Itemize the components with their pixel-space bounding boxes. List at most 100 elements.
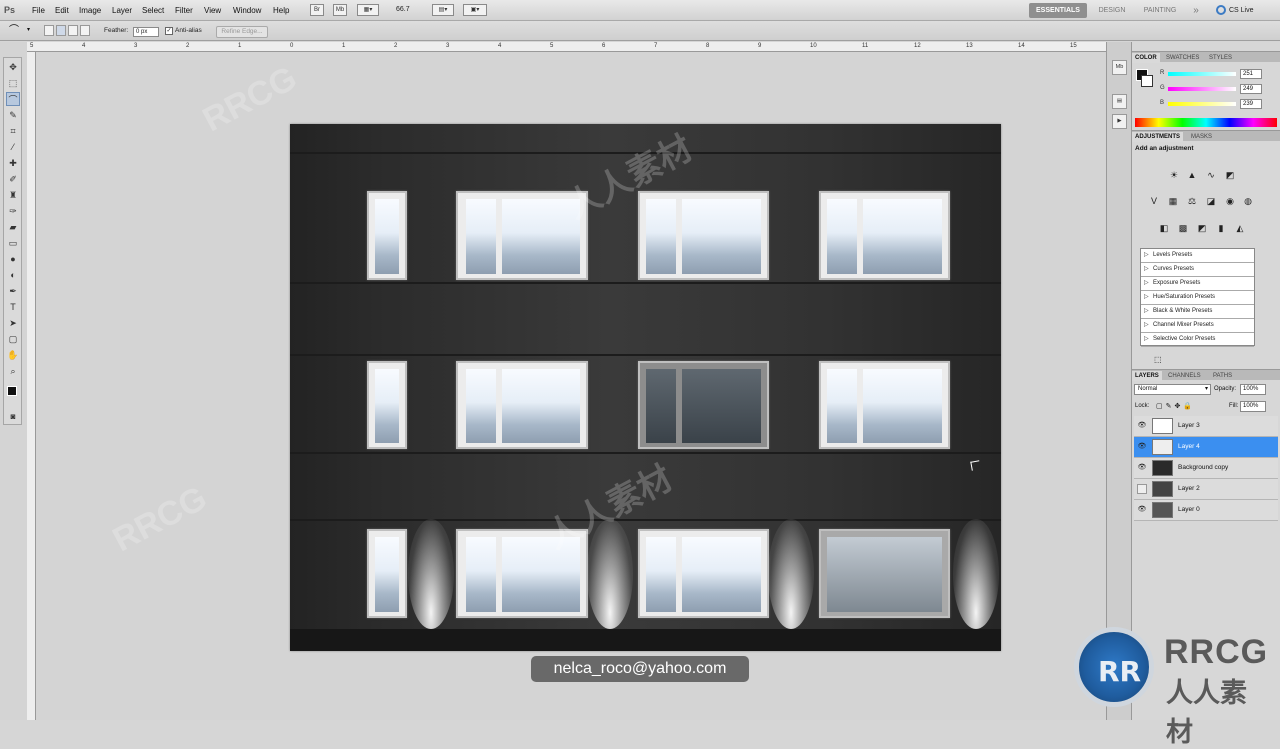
levels-icon[interactable]: ▲ — [1186, 169, 1198, 181]
menu-layer[interactable]: Layer — [112, 6, 132, 15]
exposure-icon[interactable]: ◩ — [1224, 169, 1236, 181]
color-spectrum[interactable] — [1135, 118, 1277, 127]
subtract-selection-icon[interactable] — [68, 25, 78, 36]
hand-tool-icon[interactable]: ✋ — [6, 348, 20, 362]
adjustment-footer-icon[interactable]: ⬚ — [1154, 355, 1162, 364]
add-selection-icon[interactable] — [56, 25, 66, 36]
layer-row-selected[interactable]: 👁 Layer 4 — [1134, 437, 1278, 458]
menu-help[interactable]: Help — [273, 6, 289, 15]
eye-icon[interactable]: 👁 — [1137, 421, 1147, 431]
screen-mode-icon[interactable]: ▣▾ — [463, 4, 487, 16]
blue-value[interactable]: 239 — [1240, 99, 1262, 109]
tab-adjustments[interactable]: ADJUSTMENTS — [1132, 132, 1184, 142]
color-balance-icon[interactable]: ⚖ — [1186, 195, 1198, 207]
gradient-map-icon[interactable]: ▮ — [1215, 222, 1227, 234]
marquee-tool-icon[interactable]: ⬚ — [6, 76, 20, 90]
preset-black-white[interactable]: ▷ Black & White Presets — [1141, 305, 1254, 319]
cs-live-button[interactable]: CS Live — [1216, 3, 1270, 18]
move-tool-icon[interactable]: ✥ — [6, 60, 20, 74]
blend-mode-select[interactable]: Normal ▾ — [1134, 384, 1211, 395]
quick-select-tool-icon[interactable]: ✎ — [6, 108, 20, 122]
eye-icon[interactable]: 👁 — [1137, 442, 1147, 452]
green-slider[interactable] — [1168, 87, 1236, 91]
tab-layers[interactable]: LAYERS — [1132, 371, 1162, 381]
shape-tool-icon[interactable]: ▢ — [6, 332, 20, 346]
threshold-icon[interactable]: ◩ — [1196, 222, 1208, 234]
brightness-icon[interactable]: ☀ — [1168, 169, 1180, 181]
posterize-icon[interactable]: ▩ — [1177, 222, 1189, 234]
tab-swatches[interactable]: SWATCHES — [1163, 53, 1202, 63]
workspace-painting[interactable]: PAINTING — [1138, 3, 1182, 18]
hue-saturation-icon[interactable]: ▦ — [1167, 195, 1179, 207]
zoom-tool-icon[interactable]: ⌕ — [6, 364, 20, 378]
refine-edge-button[interactable]: Refine Edge... — [216, 26, 268, 38]
clone-stamp-tool-icon[interactable]: ♜ — [6, 188, 20, 202]
invert-icon[interactable]: ◧ — [1158, 222, 1170, 234]
pen-tool-icon[interactable]: ✒ — [6, 284, 20, 298]
menu-window[interactable]: Window — [233, 6, 261, 15]
menu-view[interactable]: View — [204, 6, 221, 15]
path-select-tool-icon[interactable]: ➤ — [6, 316, 20, 330]
workspace-essentials[interactable]: ESSENTIALS — [1029, 3, 1087, 18]
feather-input[interactable]: 0 px — [133, 27, 159, 37]
lasso-tool-icon[interactable]: ⌒ — [6, 92, 20, 106]
dodge-tool-icon[interactable]: ◐ — [6, 268, 20, 282]
menu-image[interactable]: Image — [79, 6, 101, 15]
channel-mixer-icon[interactable]: ◍ — [1242, 195, 1254, 207]
background-swatch[interactable] — [1141, 75, 1153, 87]
quick-mask-icon[interactable]: ◙ — [6, 410, 20, 424]
red-value[interactable]: 251 — [1240, 69, 1262, 79]
new-selection-icon[interactable] — [44, 25, 54, 36]
crop-tool-icon[interactable]: ⌗ — [6, 124, 20, 138]
preset-dropdown-icon[interactable]: ▾ — [27, 26, 30, 33]
tab-color[interactable]: COLOR — [1132, 53, 1160, 63]
history-brush-tool-icon[interactable]: ✑ — [6, 204, 20, 218]
fill-input[interactable]: 100% — [1240, 401, 1266, 412]
preset-channel-mixer[interactable]: ▷ Channel Mixer Presets — [1141, 319, 1254, 333]
preset-exposure[interactable]: ▷ Exposure Presets — [1141, 277, 1254, 291]
lasso-preset-icon[interactable]: ⌒ — [9, 25, 23, 37]
selective-color-icon[interactable]: ◭ — [1234, 222, 1246, 234]
menu-select[interactable]: Select — [142, 6, 164, 15]
eye-icon[interactable]: 👁 — [1137, 505, 1147, 515]
gradient-tool-icon[interactable]: ▭ — [6, 236, 20, 250]
layer-row[interactable]: 👁 Layer 0 — [1134, 500, 1278, 521]
layer-row[interactable]: 👁 Background copy — [1134, 458, 1278, 479]
minibridge-icon[interactable]: Mb — [333, 4, 347, 16]
lock-icons[interactable]: ▢✎✥🔒 — [1156, 402, 1195, 410]
preset-selective-color[interactable]: ▷ Selective Color Presets — [1141, 333, 1254, 347]
tab-masks[interactable]: MASKS — [1188, 132, 1215, 142]
intersect-selection-icon[interactable] — [80, 25, 90, 36]
photo-filter-icon[interactable]: ◉ — [1224, 195, 1236, 207]
preset-curves[interactable]: ▷ Curves Presets — [1141, 263, 1254, 277]
tab-styles[interactable]: STYLES — [1206, 53, 1235, 63]
zoom-level[interactable]: 66.7 — [396, 6, 410, 13]
eye-icon[interactable]: 👁 — [1137, 463, 1147, 473]
menu-file[interactable]: File — [32, 6, 45, 15]
eraser-tool-icon[interactable]: ▰ — [6, 220, 20, 234]
arrange-documents-icon[interactable]: ▤▾ — [432, 4, 454, 16]
blue-slider[interactable] — [1168, 102, 1236, 106]
document-canvas[interactable] — [290, 124, 1001, 651]
tab-paths[interactable]: PATHS — [1210, 371, 1235, 381]
actions-panel-icon[interactable]: ▶ — [1112, 114, 1127, 129]
foreground-color-swatch[interactable] — [7, 386, 17, 396]
spot-heal-tool-icon[interactable]: ✚ — [6, 156, 20, 170]
layer-row[interactable]: 👁 Layer 3 — [1134, 416, 1278, 437]
menu-filter[interactable]: Filter — [175, 6, 193, 15]
brush-tool-icon[interactable]: ✐ — [6, 172, 20, 186]
blur-tool-icon[interactable]: ● — [6, 252, 20, 266]
hidden-eye-box[interactable] — [1137, 484, 1147, 494]
type-tool-icon[interactable]: T — [6, 300, 20, 314]
green-value[interactable]: 249 — [1240, 84, 1262, 94]
view-extras-icon[interactable]: ▦▾ — [357, 4, 379, 16]
vibrance-icon[interactable]: V — [1148, 195, 1160, 207]
curves-icon[interactable]: ∿ — [1205, 169, 1217, 181]
tab-channels[interactable]: CHANNELS — [1165, 371, 1204, 381]
eyedropper-tool-icon[interactable]: ⁄ — [6, 140, 20, 154]
antialias-checkbox[interactable]: ✓ — [165, 27, 173, 35]
black-white-icon[interactable]: ◪ — [1205, 195, 1217, 207]
more-workspaces-icon[interactable]: » — [1190, 3, 1202, 18]
preset-levels[interactable]: ▷ Levels Presets — [1141, 249, 1254, 263]
red-slider[interactable] — [1168, 72, 1236, 76]
